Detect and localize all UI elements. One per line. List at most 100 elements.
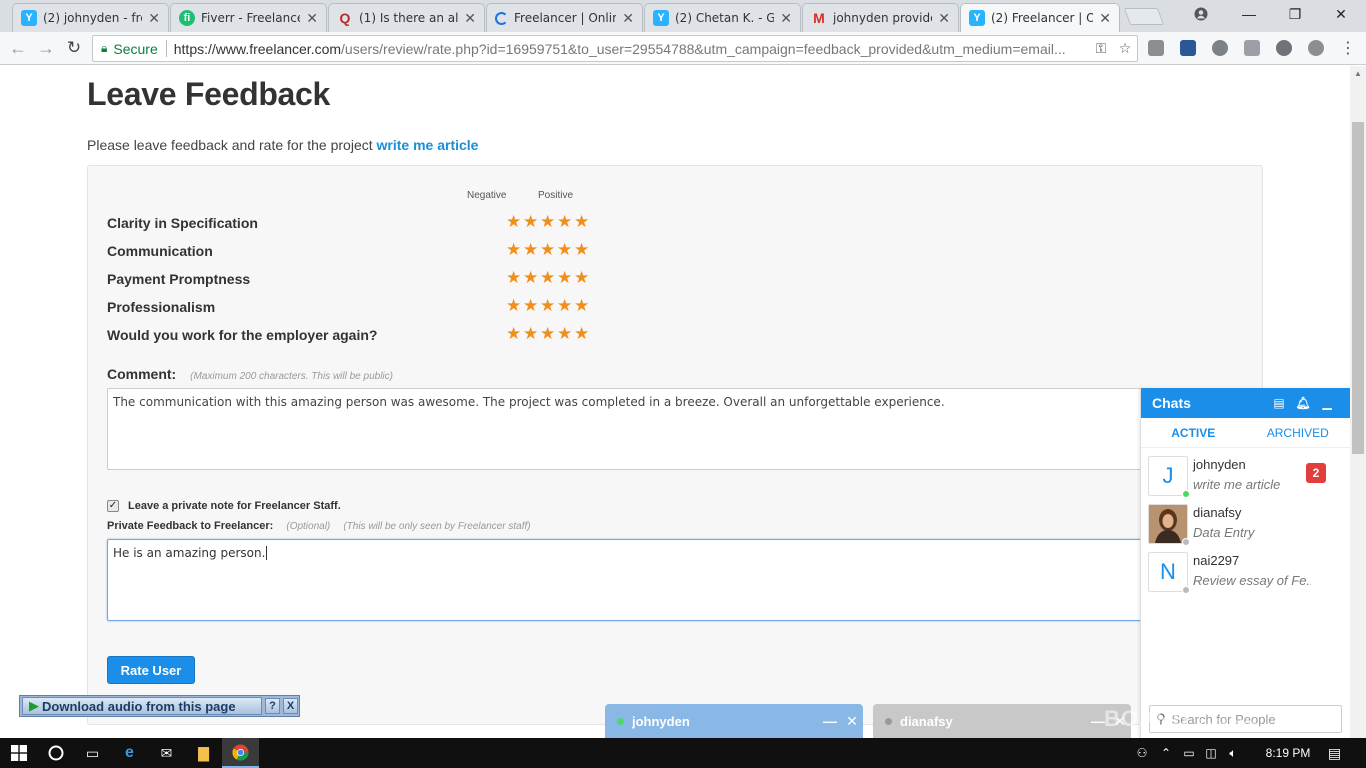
forward-icon[interactable]: →	[35, 37, 57, 59]
close-tab-icon[interactable]: ✕	[780, 10, 792, 27]
private-feedback-textarea[interactable]: He is an amazing person.​	[107, 539, 1147, 621]
bookmark-star-icon[interactable]: ☆	[1113, 40, 1137, 57]
star-icon[interactable]: ★	[540, 269, 555, 286]
browser-tab-active[interactable]: Y (2) Freelancer | On ✕	[960, 3, 1120, 32]
star-icon[interactable]: ★	[523, 213, 538, 230]
tab-archived[interactable]: ARCHIVED	[1246, 418, 1351, 447]
rating-stars[interactable]: ★ ★ ★ ★ ★	[506, 297, 589, 314]
show-hidden-icons[interactable]: ⌃	[1154, 746, 1178, 760]
extension-icon[interactable]	[1276, 40, 1292, 56]
extension-icon[interactable]	[1148, 40, 1164, 56]
key-icon[interactable]: ⚿	[1089, 40, 1113, 57]
notifications-icon[interactable]: ▤	[1316, 738, 1353, 768]
extension-icon[interactable]	[1212, 40, 1228, 56]
page-scrollbar[interactable]: ▲	[1350, 66, 1366, 738]
close-tab-icon[interactable]: ✕	[148, 10, 160, 27]
extension-icon[interactable]	[1244, 40, 1260, 56]
chat-window-dianafsy[interactable]: dianafsy — ✕	[873, 704, 1131, 738]
star-icon[interactable]: ★	[523, 297, 538, 314]
minimize-icon[interactable]: —	[1226, 0, 1272, 28]
browser-tab[interactable]: Y (2) Chetan K. - Gra ✕	[644, 3, 801, 32]
star-icon[interactable]: ★	[540, 213, 555, 230]
compose-icon[interactable]: ▤	[1267, 396, 1291, 410]
star-icon[interactable]: ★	[506, 297, 521, 314]
task-view-icon[interactable]: ▭	[74, 738, 111, 768]
profile-icon[interactable]	[1178, 0, 1224, 28]
close-tab-icon[interactable]: ✕	[464, 10, 476, 27]
browser-tab[interactable]: Y (2) johnyden - free ✕	[12, 3, 169, 32]
extension-icon[interactable]	[1308, 40, 1324, 56]
browser-tab[interactable]: Freelancer | Online ✕	[486, 3, 643, 32]
pocket-icon[interactable]	[1180, 40, 1196, 56]
close-chat-icon[interactable]: ✕	[841, 713, 863, 730]
star-icon[interactable]: ★	[506, 241, 521, 258]
volume-icon[interactable]: 🔈︎	[1222, 746, 1244, 761]
star-icon[interactable]: ★	[523, 325, 538, 342]
star-icon[interactable]: ★	[506, 325, 521, 342]
rating-stars[interactable]: ★ ★ ★ ★ ★	[506, 325, 589, 342]
close-tab-icon[interactable]: ✕	[938, 10, 950, 27]
address-bar[interactable]: 🔒︎ Secure https://www.freelancer.com/use…	[92, 35, 1138, 62]
url-text[interactable]: https://www.freelancer.com/users/review/…	[174, 41, 1089, 57]
star-icon[interactable]: ★	[557, 269, 572, 286]
close-tab-icon[interactable]: ✕	[306, 10, 318, 27]
chat-contact[interactable]: N nai2297 Review essay of Fe...	[1148, 552, 1343, 596]
bell-icon[interactable]: 🔔︎	[1291, 396, 1315, 410]
chat-contact[interactable]: dianafsy Data Entry	[1148, 504, 1343, 548]
minimize-chat-icon[interactable]: ▁	[1315, 396, 1339, 410]
chat-window-johnyden[interactable]: johnyden — ✕	[605, 704, 863, 738]
minimize-chat-icon[interactable]: —	[819, 713, 841, 729]
comment-textarea[interactable]: The communication with this amazing pers…	[107, 388, 1147, 470]
star-icon[interactable]: ★	[574, 213, 589, 230]
reload-icon[interactable]: ↻	[63, 37, 85, 59]
new-tab-button[interactable]	[1123, 8, 1165, 25]
people-icon[interactable]: ⚇	[1130, 746, 1154, 760]
scrollbar-thumb[interactable]	[1352, 122, 1364, 454]
menu-icon[interactable]: ⋮	[1337, 37, 1359, 59]
close-tab-icon[interactable]: ✕	[1099, 10, 1111, 27]
help-button[interactable]: ?	[265, 698, 280, 714]
star-icon[interactable]: ★	[574, 241, 589, 258]
star-icon[interactable]: ★	[540, 297, 555, 314]
star-icon[interactable]: ★	[523, 269, 538, 286]
project-link[interactable]: write me article	[377, 137, 479, 153]
close-tab-icon[interactable]: ✕	[622, 10, 634, 27]
battery-icon[interactable]: ▭	[1178, 746, 1200, 760]
star-icon[interactable]: ★	[557, 213, 572, 230]
close-widget-button[interactable]: X	[283, 698, 298, 714]
star-icon[interactable]: ★	[557, 297, 572, 314]
close-window-icon[interactable]: ✕	[1318, 0, 1364, 28]
chat-contact[interactable]: J johnyden write me article 2	[1148, 456, 1343, 500]
browser-tab[interactable]: fi Fiverr - Freelance S ✕	[170, 3, 327, 32]
star-icon[interactable]: ★	[574, 325, 589, 342]
back-icon[interactable]: ←	[7, 37, 29, 59]
windows-start-icon[interactable]	[0, 738, 37, 768]
rating-stars[interactable]: ★ ★ ★ ★ ★	[506, 213, 589, 230]
browser-tab[interactable]: M johnyden provided ✕	[802, 3, 959, 32]
mail-icon[interactable]: ✉	[148, 738, 185, 768]
star-icon[interactable]: ★	[540, 241, 555, 258]
taskbar-clock[interactable]: 8:19 PM	[1258, 738, 1318, 768]
cortana-icon[interactable]	[37, 738, 74, 768]
maximize-icon[interactable]: ❐	[1272, 0, 1318, 28]
star-icon[interactable]: ★	[506, 213, 521, 230]
rating-stars[interactable]: ★ ★ ★ ★ ★	[506, 241, 589, 258]
private-note-checkbox-row[interactable]: ✓ Leave a private note for Freelancer St…	[107, 500, 341, 512]
edge-icon[interactable]: e	[111, 738, 148, 768]
star-icon[interactable]: ★	[540, 325, 555, 342]
star-icon[interactable]: ★	[574, 297, 589, 314]
rate-user-button[interactable]: Rate User	[107, 656, 195, 684]
browser-tab[interactable]: Q (1) Is there an alter ✕	[328, 3, 485, 32]
private-note-checkbox[interactable]: ✓	[107, 500, 119, 512]
star-icon[interactable]: ★	[557, 241, 572, 258]
star-icon[interactable]: ★	[557, 325, 572, 342]
star-icon[interactable]: ★	[574, 269, 589, 286]
network-icon[interactable]: ◫	[1200, 746, 1222, 760]
file-explorer-icon[interactable]: ▇	[185, 738, 222, 768]
scroll-up-icon[interactable]: ▲	[1350, 66, 1366, 82]
chrome-icon[interactable]	[222, 738, 259, 768]
rating-stars[interactable]: ★ ★ ★ ★ ★	[506, 269, 589, 286]
star-icon[interactable]: ★	[523, 241, 538, 258]
tab-active[interactable]: ACTIVE	[1141, 418, 1246, 447]
download-audio-button[interactable]: ▶ Download audio from this page	[22, 697, 262, 715]
